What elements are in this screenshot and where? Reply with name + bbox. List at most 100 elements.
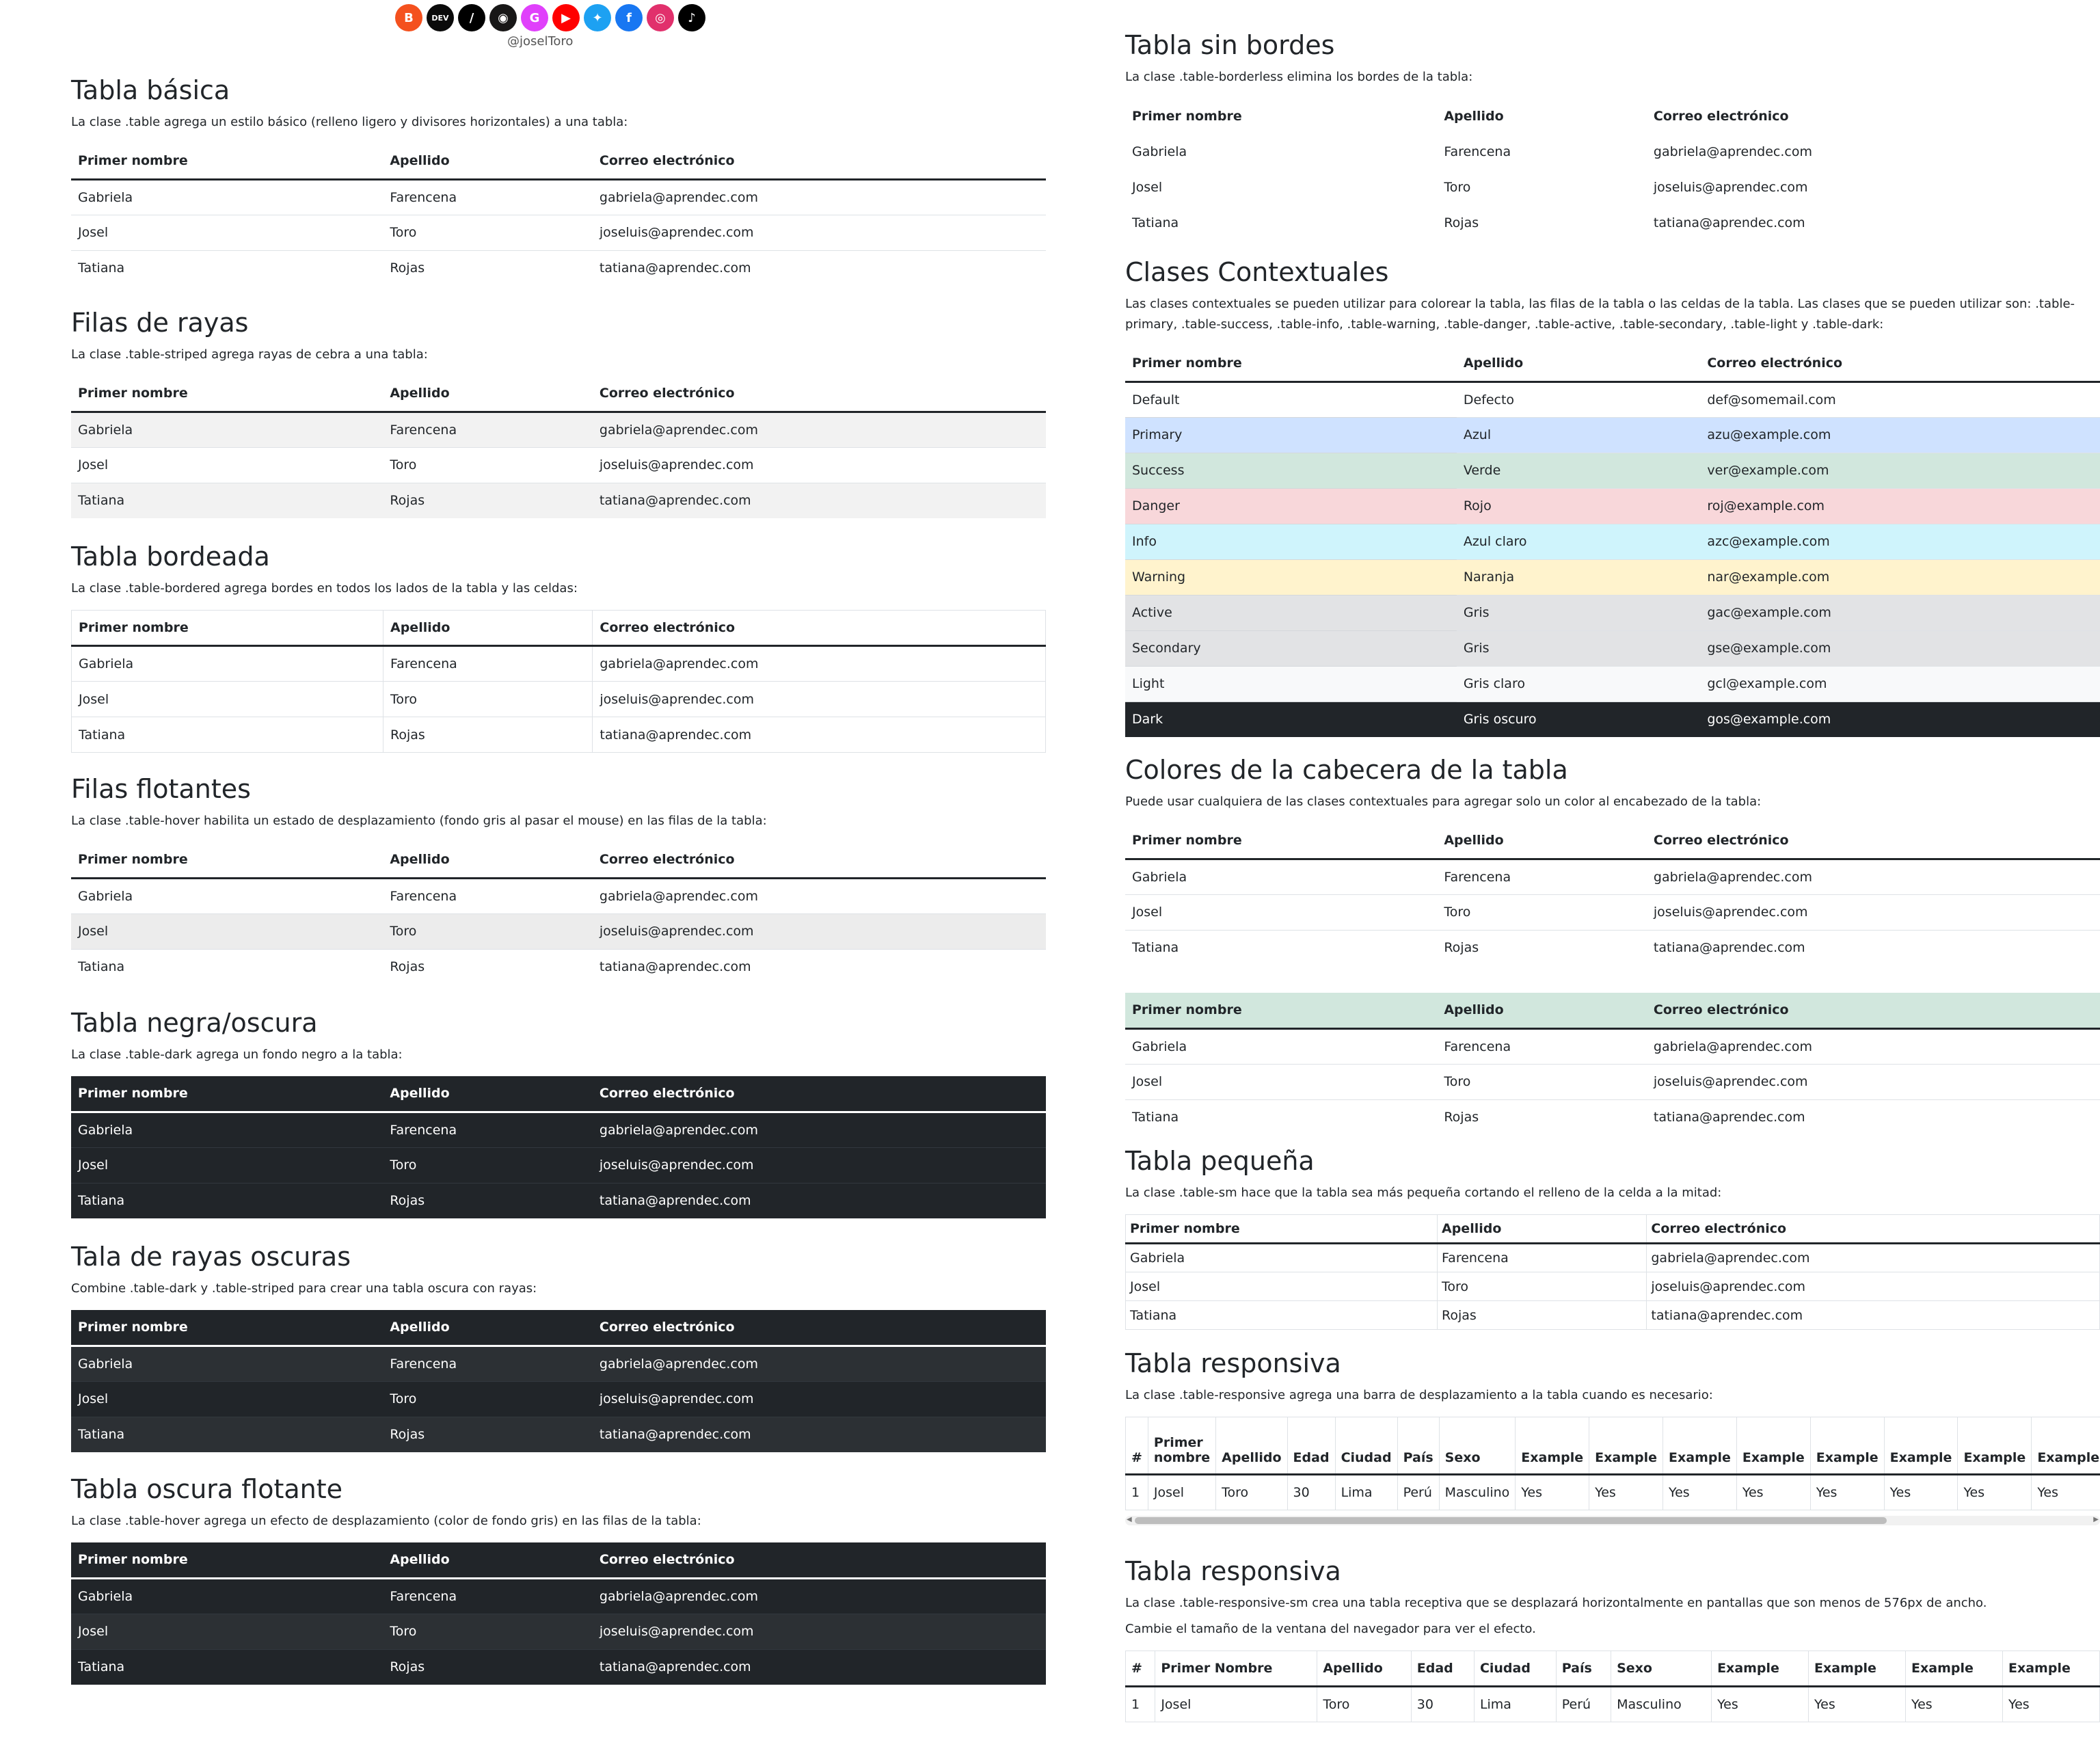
table-row[interactable]: Josel Toro joseluis@aprendec.com bbox=[71, 681, 1046, 717]
header-last-name: Apellido bbox=[1437, 823, 1647, 860]
section-title: Colores de la cabecera de la tabla bbox=[1125, 755, 1568, 785]
cell-email: gabriela@aprendec.com bbox=[1653, 144, 1813, 159]
table-row[interactable]: Gabriela Farencena gabriela@aprendec.com bbox=[71, 1111, 1046, 1147]
table-row[interactable]: 1 Josel Toro 30 Lima Perú Masculino Yes Yes Yes Ye… bbox=[1125, 1474, 2100, 1510]
table-row[interactable]: Tatiana Rojas tatiana@aprendec.com bbox=[1125, 1300, 2100, 1330]
header-cell: Apellido bbox=[1215, 1417, 1288, 1475]
table-row[interactable]: Josel Toro joseluis@aprendec.com bbox=[1125, 1272, 2100, 1301]
row-cell: Toro bbox=[1317, 1686, 1412, 1722]
contextual-row[interactable]: Info Azul claro azc@example.com bbox=[1125, 523, 2100, 559]
cell-last-name: Farencena bbox=[1437, 858, 1647, 894]
header-cell: Primer nombre bbox=[1147, 1417, 1217, 1475]
contextual-row[interactable]: Success Verde ver@example.com bbox=[1125, 452, 2100, 488]
row-cell: Yes bbox=[1662, 1474, 1737, 1510]
contextual-row[interactable]: Danger Rojo roj@example.com bbox=[1125, 487, 2100, 524]
table-row[interactable]: Gabriela Farencena gabriela@aprendec.com bbox=[71, 178, 1046, 215]
slash-icon[interactable]: / bbox=[458, 4, 485, 31]
google-icon[interactable]: G bbox=[521, 4, 548, 31]
dev-icon[interactable]: DEV bbox=[427, 4, 454, 31]
cell-first-name: Tatiana bbox=[71, 1416, 383, 1452]
header-last-name: Apellido bbox=[383, 842, 593, 879]
author-handle[interactable]: @joselToro bbox=[507, 34, 573, 49]
instagram-icon[interactable]: ◎ bbox=[647, 4, 674, 31]
section-title: Tabla pequeña bbox=[1125, 1146, 1315, 1176]
row-cell: 30 bbox=[1410, 1686, 1475, 1722]
table-row[interactable]: Tatiana Rojas tatiana@aprendec.com bbox=[1125, 1099, 2100, 1135]
contextual-row[interactable]: Primary Azul azu@example.com bbox=[1125, 416, 2100, 453]
table-row[interactable]: Gabriela Farencena gabriela@aprendec.com bbox=[1125, 858, 2100, 894]
header-email: Correo electrónico bbox=[592, 610, 1046, 647]
scroll-left-icon[interactable]: ◀ bbox=[1127, 1516, 1132, 1523]
people-table: Primer nombre Apellido Correo electrónic… bbox=[71, 842, 1046, 985]
contextual-row[interactable]: Dark Gris oscuro gos@example.com bbox=[1125, 701, 2100, 737]
github-icon[interactable]: ◉ bbox=[489, 4, 517, 31]
table-row[interactable]: Tatiana Rojas tatiana@aprendec.com bbox=[71, 250, 1046, 286]
table-row[interactable]: Tatiana Rojas tatiana@aprendec.com bbox=[1125, 205, 2100, 241]
table-row[interactable]: Gabriela Farencena gabriela@aprendec.com bbox=[71, 1577, 1046, 1614]
table-row[interactable]: Tatiana Rojas tatiana@aprendec.com bbox=[1125, 929, 2100, 965]
row-cell: Yes bbox=[1736, 1474, 1811, 1510]
people-table: Primer nombre Apellido Correo electrónic… bbox=[1125, 1214, 2100, 1330]
section-description: Las clases contextuales se pueden utiliz… bbox=[1125, 297, 2075, 332]
table-row[interactable]: Gabriela Farencena gabriela@aprendec.com bbox=[71, 877, 1046, 913]
section-description: La clase .table-hover agrega un efecto d… bbox=[71, 1514, 701, 1528]
contextual-row[interactable]: Secondary Gris gse@example.com bbox=[1125, 630, 2100, 666]
table-row[interactable]: Gabriela Farencena gabriela@aprendec.com bbox=[71, 411, 1046, 447]
tiktok-icon[interactable]: ♪ bbox=[678, 4, 705, 31]
table-row[interactable]: Josel Toro joseluis@aprendec.com bbox=[71, 214, 1046, 250]
facebook-icon[interactable]: f bbox=[615, 4, 643, 31]
section-title: Tabla bordeada bbox=[71, 542, 270, 572]
table-row[interactable]: Josel Toro joseluis@aprendec.com bbox=[71, 1380, 1046, 1417]
header-first-name: Primer nombre bbox=[71, 610, 383, 647]
cell-first-name: Gabriela bbox=[71, 1111, 383, 1147]
contextual-row[interactable]: Light Gris claro gcl@example.com bbox=[1125, 665, 2100, 701]
section-bordered: Tabla bordeada La clase .table-bordered … bbox=[71, 540, 1046, 753]
table-row[interactable]: Josel Toro joseluis@aprendec.com bbox=[1125, 894, 2100, 930]
cell-email: joseluis@aprendec.com bbox=[592, 681, 1046, 717]
table-row[interactable]: Josel Toro joseluis@aprendec.com bbox=[71, 446, 1046, 483]
table-row[interactable]: Tatiana Rojas tatiana@aprendec.com bbox=[71, 717, 1046, 753]
table-row[interactable]: Josel Toro joseluis@aprendec.com bbox=[71, 1613, 1046, 1649]
table-row[interactable]: Josel Toro joseluis@aprendec.com bbox=[71, 913, 1046, 949]
table-row[interactable]: Josel Toro joseluis@aprendec.com bbox=[71, 1147, 1046, 1183]
header-email: Correo electrónico bbox=[592, 376, 1046, 413]
table-row[interactable]: Gabriela Farencena gabriela@aprendec.com bbox=[1125, 1028, 2100, 1064]
header-last-name: Apellido bbox=[383, 1542, 593, 1579]
table-row[interactable]: Josel Toro joseluis@aprendec.com bbox=[1125, 170, 2100, 205]
contextual-row[interactable]: Warning Naranja nar@example.com bbox=[1125, 559, 2100, 595]
header-email: Correo electrónico bbox=[1700, 346, 2100, 383]
table-row[interactable]: Tatiana Rojas tatiana@aprendec.com bbox=[71, 1182, 1046, 1218]
cell-last-name: Toro bbox=[1436, 1272, 1647, 1301]
cell-class: Warning bbox=[1125, 559, 1457, 595]
table-row[interactable]: Gabriela Farencena gabriela@aprendec.com bbox=[1125, 134, 2100, 170]
scroll-right-icon[interactable]: ▶ bbox=[2093, 1516, 2099, 1523]
section-darkhover: Tabla oscura flotante La clase .table-ho… bbox=[71, 1473, 1046, 1685]
table-row[interactable]: Tatiana Rojas tatiana@aprendec.com bbox=[71, 1416, 1046, 1452]
cell-email: tatiana@aprendec.com bbox=[592, 1182, 1046, 1218]
table-row[interactable]: Gabriela Farencena gabriela@aprendec.com bbox=[71, 1345, 1046, 1381]
cell-email: joseluis@aprendec.com bbox=[1653, 180, 1808, 195]
cell-email: gcl@example.com bbox=[1700, 665, 2100, 701]
table-row[interactable]: 1 Josel Toro 30 Lima Perú Masculino Yes Yes Yes Ye… bbox=[1125, 1686, 2100, 1722]
people-table: Primer nombre Apellido Correo electrónic… bbox=[71, 1542, 1046, 1685]
twitter-icon[interactable]: ✦ bbox=[584, 4, 611, 31]
table-row[interactable]: Josel Toro joseluis@aprendec.com bbox=[1125, 1063, 2100, 1099]
contextual-row[interactable]: Default Defecto def@somemail.com bbox=[1125, 381, 2100, 417]
table-row[interactable]: Tatiana Rojas tatiana@aprendec.com bbox=[71, 948, 1046, 985]
responsive-wrapper[interactable]: # Primer Nombre Apellido Edad Ciudad País Sexo… bbox=[1125, 1640, 2100, 1722]
cell-last-name: Rojas bbox=[383, 1648, 593, 1685]
scrollbar-thumb[interactable] bbox=[1135, 1517, 1887, 1524]
cell-first-name: Gabriela bbox=[71, 1577, 383, 1614]
responsive-wrapper[interactable]: # Primer nombre Apellido Edad Ciudad País Sexo… bbox=[1125, 1406, 2100, 1510]
blogger-icon[interactable]: B bbox=[395, 4, 422, 31]
table-row[interactable]: Gabriela Farencena gabriela@aprendec.com bbox=[71, 645, 1046, 682]
contextual-row[interactable]: Active Gris gac@example.com bbox=[1125, 594, 2100, 630]
horizontal-scrollbar[interactable]: ◀ ▶ bbox=[1125, 1516, 2100, 1525]
youtube-icon[interactable]: ▶ bbox=[552, 4, 580, 31]
table-row[interactable]: Tatiana Rojas tatiana@aprendec.com bbox=[71, 1648, 1046, 1685]
table-row[interactable]: Tatiana Rojas tatiana@aprendec.com bbox=[71, 482, 1046, 518]
row-cell: Perú bbox=[1555, 1686, 1612, 1722]
table-row[interactable]: Gabriela Farencena gabriela@aprendec.com bbox=[1125, 1243, 2100, 1272]
people-table: Primer nombre Apellido Correo electrónic… bbox=[71, 144, 1046, 286]
table-header-row: Primer nombre Apellido Correo electrónic… bbox=[1125, 98, 2100, 134]
